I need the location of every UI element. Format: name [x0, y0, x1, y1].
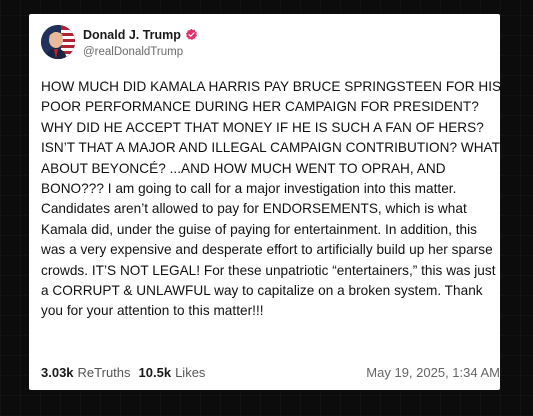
retruths-count: 3.03k — [41, 365, 74, 380]
handle[interactable]: @realDonaldTrump — [83, 46, 198, 58]
retruths-label: ReTruths — [77, 365, 131, 380]
avatar[interactable] — [41, 25, 75, 59]
display-name[interactable]: Donald J. Trump — [83, 28, 181, 42]
likes-count: 10.5k — [138, 365, 172, 380]
likes-label: Likes — [175, 365, 206, 380]
post-header: Donald J. Trump @realDonaldTrump — [41, 25, 500, 59]
author-info: Donald J. Trump @realDonaldTrump — [83, 27, 198, 58]
retruths-stat[interactable]: 3.03k ReTruths — [41, 365, 131, 380]
post-timestamp[interactable]: May 19, 2025, 1:34 AM — [366, 365, 500, 380]
post-footer: 3.03k ReTruths 10.5k Likes May 19, 2025,… — [41, 365, 500, 380]
post-body: HOW MUCH DID KAMALA HARRIS PAY BRUCE SPR… — [41, 79, 502, 319]
likes-stat[interactable]: 10.5k Likes — [139, 365, 206, 380]
verified-badge-icon — [185, 28, 197, 41]
post-card: Donald J. Trump @realDonaldTrump HOW MUC… — [29, 14, 502, 390]
